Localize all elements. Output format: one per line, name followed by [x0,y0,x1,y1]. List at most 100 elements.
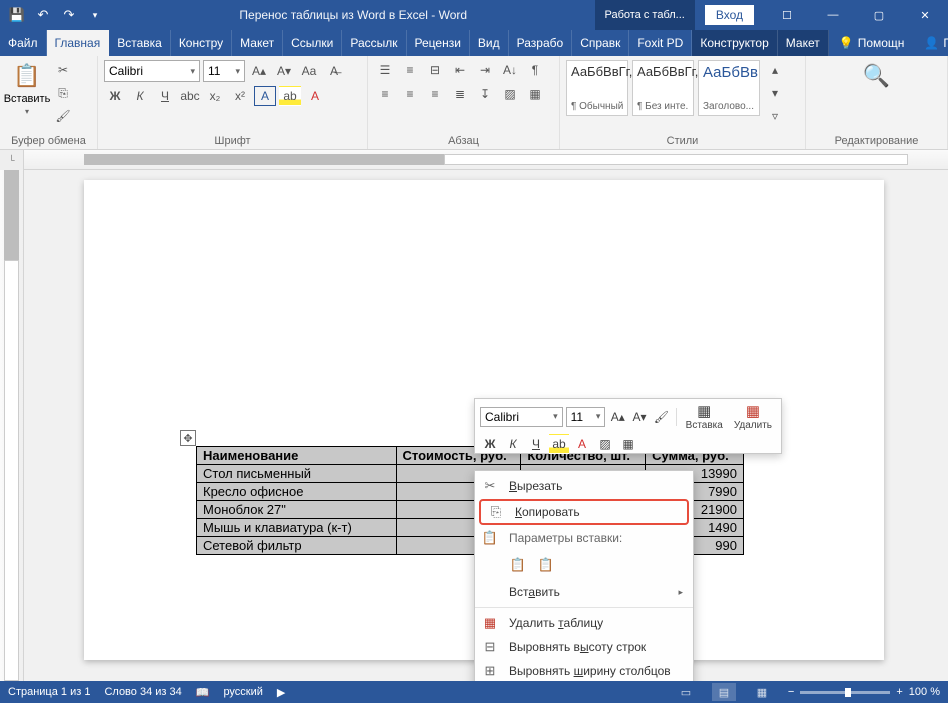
change-case-icon[interactable]: Aa [298,61,320,81]
status-page[interactable]: Страница 1 из 1 [8,686,90,698]
mini-size-combo[interactable]: 11▾ [566,407,606,427]
paste-merge-icon[interactable]: 📋 [537,557,555,573]
tab-review[interactable]: Рецензи [407,30,470,56]
underline-button[interactable]: Ч [154,86,176,106]
bold-button[interactable]: Ж [104,86,126,106]
horizontal-ruler[interactable] [24,150,948,169]
mini-font-combo[interactable]: Calibri▾ [480,407,563,427]
mini-underline-icon[interactable]: Ч [526,434,546,454]
mini-shrink-font-icon[interactable]: A▾ [630,407,649,427]
mini-bold-button[interactable]: Ж [480,434,500,454]
mini-font-color-icon[interactable]: A [572,434,592,454]
view-read-icon[interactable]: ▭ [674,683,698,701]
mini-insert-button[interactable]: ▦Вставка [682,402,727,431]
style-no-spacing[interactable]: АаБбВвГг, ¶ Без инте... [632,60,694,116]
tab-layout[interactable]: Макет [232,30,283,56]
increase-indent-icon[interactable]: ⇥ [474,60,496,80]
mini-italic-button[interactable]: К [503,434,523,454]
bullets-icon[interactable]: ☰ [374,60,396,80]
strikethrough-icon[interactable]: abc [179,86,201,106]
tab-table-layout[interactable]: Макет [778,30,829,56]
mini-delete-button[interactable]: ▦Удалить [730,402,776,431]
align-left-icon[interactable]: ≡ [374,84,396,104]
justify-icon[interactable]: ≣ [449,84,471,104]
copy-icon[interactable]: ⎘ [52,83,74,103]
status-proofing-icon[interactable]: 📖 [196,686,210,699]
undo-icon[interactable]: ↶ [32,4,54,26]
font-size-combo[interactable]: 11▾ [203,60,245,82]
mini-grow-font-icon[interactable]: A▴ [608,407,627,427]
close-icon[interactable]: ✕ [902,0,948,30]
qat-more-icon[interactable]: ▾ [84,4,106,26]
mini-highlight-icon[interactable]: ab [549,434,569,454]
borders-icon[interactable]: ▦ [524,84,546,104]
vertical-ruler[interactable] [0,170,24,681]
show-marks-icon[interactable]: ¶ [524,60,546,80]
zoom-slider[interactable] [800,691,890,694]
tab-view[interactable]: Вид [470,30,509,56]
minimize-icon[interactable]: — [810,0,856,30]
ribbon-options-icon[interactable]: ☐ [764,0,810,30]
status-words[interactable]: Слово 34 из 34 [104,686,181,698]
font-color-icon[interactable]: A [304,86,326,106]
mini-borders-icon[interactable]: ▦ [618,434,638,454]
menu-paste[interactable]: Вставить▸ [475,580,693,604]
find-button[interactable]: 🔍 [856,60,898,92]
tab-home[interactable]: Главная [47,30,110,56]
styles-more-icon[interactable]: ▿ [764,106,786,126]
cut-icon[interactable]: ✂ [52,60,74,80]
menu-cut[interactable]: ✂Вырезать [475,474,693,498]
italic-button[interactable]: К [129,86,151,106]
view-web-icon[interactable]: ▦ [750,683,774,701]
highlight-icon[interactable]: ab [279,86,301,106]
styles-down-icon[interactable]: ▾ [764,83,786,103]
paste-button[interactable]: 📋 Вставить ▾ [6,60,48,116]
line-spacing-icon[interactable]: ↧ [474,84,496,104]
tab-help[interactable]: Справк [572,30,629,56]
format-painter-icon[interactable]: 🖌 [52,106,74,126]
save-icon[interactable]: 💾 [6,4,28,26]
status-language[interactable]: русский [223,686,262,698]
share-button[interactable]: 👤Поделиться [924,36,948,50]
mini-format-painter-icon[interactable]: 🖌 [652,407,671,427]
shrink-font-icon[interactable]: A▾ [273,61,295,81]
tell-me-button[interactable]: 💡Помощн [839,36,905,50]
superscript-icon[interactable]: x² [229,86,251,106]
zoom-level[interactable]: 100 % [909,686,940,698]
table-move-handle-icon[interactable]: ✥ [180,430,196,446]
clear-formatting-icon[interactable]: A̶ [323,61,345,81]
zoom-in-icon[interactable]: + [896,686,902,698]
styles-up-icon[interactable]: ▴ [764,60,786,80]
menu-distribute-cols[interactable]: ⊞Выровнять ширину столбцов [475,659,693,681]
style-normal[interactable]: АаБбВвГг, ¶ Обычный [566,60,628,116]
tab-foxit[interactable]: Foxit PD [629,30,692,56]
menu-distribute-rows[interactable]: ⊟Выровнять высоту строк [475,635,693,659]
sort-icon[interactable]: A↓ [499,60,521,80]
menu-delete-table[interactable]: ▦Удалить таблицу [475,611,693,635]
grow-font-icon[interactable]: A▴ [248,61,270,81]
text-effects-icon[interactable]: A [254,86,276,106]
redo-icon[interactable]: ↷ [58,4,80,26]
mini-shading-icon[interactable]: ▨ [595,434,615,454]
numbering-icon[interactable]: ≡ [399,60,421,80]
status-macro-icon[interactable]: ▶ [277,686,285,699]
tab-file[interactable]: Файл [0,30,47,56]
tab-insert[interactable]: Вставка [109,30,171,56]
zoom-out-icon[interactable]: − [788,686,794,698]
decrease-indent-icon[interactable]: ⇤ [449,60,471,80]
shading-icon[interactable]: ▨ [499,84,521,104]
sign-in-button[interactable]: Вход [705,5,754,25]
paste-nested-icon[interactable]: 📋 [509,557,527,573]
subscript-icon[interactable]: x₂ [204,86,226,106]
multilevel-icon[interactable]: ⊟ [424,60,446,80]
font-family-combo[interactable]: Calibri▾ [104,60,200,82]
style-heading1[interactable]: АаБбВв Заголово... [698,60,760,116]
menu-copy[interactable]: ⎘Копировать [479,499,689,525]
ruler-corner[interactable]: └ [0,150,24,170]
align-center-icon[interactable]: ≡ [399,84,421,104]
tab-mailings[interactable]: Рассылк [342,30,406,56]
tab-references[interactable]: Ссылки [283,30,342,56]
view-print-icon[interactable]: ▤ [712,683,736,701]
tab-design[interactable]: Констру [171,30,232,56]
tab-developer[interactable]: Разрабо [509,30,573,56]
